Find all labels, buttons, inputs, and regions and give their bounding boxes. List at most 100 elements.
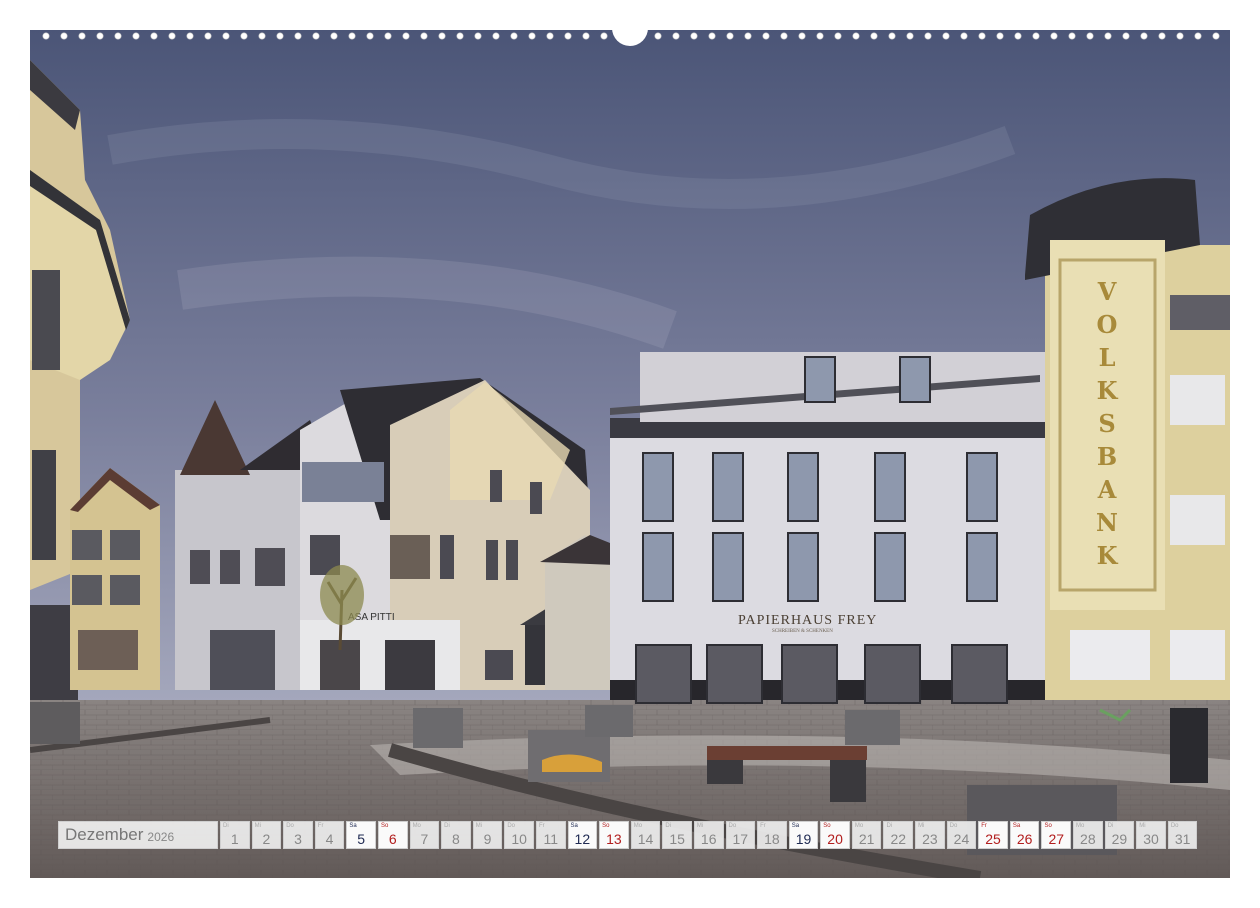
binding-hole [42,32,50,40]
weekday-abbr: Do [1170,823,1179,829]
day-number: 20 [827,831,843,847]
weekday-abbr: Sa [349,823,357,829]
day-number: 21 [858,831,875,847]
binding-hole [1140,32,1148,40]
binding-hole [654,32,662,40]
binding-hole [564,32,572,40]
day-number: 25 [985,831,1001,847]
binding-hole [1068,32,1076,40]
weekday-abbr: Di [1107,823,1114,829]
binding-hole [690,32,698,40]
day-number: 31 [1174,831,1191,847]
weekday-abbr: Sa [570,823,578,829]
day-cell: Do 3 [283,821,313,849]
weekday-abbr: Sa [791,823,800,829]
binding-hole [510,32,518,40]
day-number: 13 [606,831,622,847]
weekday-abbr: So [823,823,831,829]
day-number: 17 [732,831,749,847]
weekday-abbr: So [602,823,610,829]
binding-hole [888,32,896,40]
binding-hole [672,32,680,40]
binding-hole [366,32,374,40]
town-square-photo: ASA PITTI VOLKSBANK PAPIERHAUS FREY SCHR… [30,30,1230,878]
binding-hole [258,32,266,40]
binding-hole [1032,32,1040,40]
binding-hole [708,32,716,40]
binding-hole [852,32,860,40]
binding-hole [96,32,104,40]
day-cell: Fr 25 [978,821,1008,849]
binding-hole [834,32,842,40]
binding-hole [600,32,608,40]
binding-hole [1122,32,1130,40]
day-number: 9 [483,831,492,847]
weekday-abbr: Fr [538,823,545,829]
weekday-abbr: Di [665,823,671,829]
binding-hole [798,32,806,40]
day-cell: Mo 21 [851,821,882,849]
papierhaus-sign: PAPIERHAUS FREY [738,613,878,628]
day-number: 11 [543,831,558,847]
day-cell: Mi 16 [693,821,724,849]
binding-hole [132,32,140,40]
day-number: 4 [325,831,334,847]
volksbank-building [1025,178,1230,720]
day-cell: Do 17 [725,821,756,849]
day-number: 24 [953,831,970,847]
day-cell: Mo 14 [630,821,661,849]
binding-hole [168,32,176,40]
binding-hole [924,32,932,40]
weekday-abbr: Fr [317,823,324,829]
binding-hole [960,32,968,40]
day-cell: Di 29 [1104,821,1135,849]
binding-hole [1050,32,1058,40]
weekday-abbr: Do [949,823,958,829]
day-number: 23 [922,831,938,847]
day-number: 3 [294,831,302,847]
binding-hole [492,32,500,40]
binding-hole [978,32,986,40]
binding-hole [1212,32,1220,40]
binding-hole [1194,32,1202,40]
weekday-abbr: Mi [475,823,483,829]
binding-hole [312,32,320,40]
weekday-abbr: Fr [760,823,766,829]
weekday-abbr: Di [444,823,450,829]
day-cell: Di 22 [883,821,914,849]
weekday-abbr: So [380,823,389,829]
day-number: 12 [574,831,591,847]
binding-hole [1014,32,1022,40]
binding-hole [330,32,338,40]
weekday-abbr: Fr [981,823,987,829]
binding-hole [402,32,410,40]
weekday-abbr: Do [286,823,294,829]
weekday-abbr: Mo [633,823,643,829]
papierhaus-building [610,352,1050,710]
weekday-abbr: Di [223,823,229,829]
day-number: 10 [511,831,527,847]
binding-hole [348,32,356,40]
day-cell: Sa 19 [788,821,819,849]
weekday-abbr: So [1044,823,1052,829]
binding-hole [780,32,788,40]
binding-hole [438,32,446,40]
volksbank-sign: VOLKSBANK [1096,277,1118,570]
binding-hole [1086,32,1094,40]
day-number: 14 [637,831,654,847]
day-number: 15 [669,831,685,847]
binding-hole [474,32,482,40]
day-number: 2 [262,831,271,847]
binding-hole [222,32,230,40]
day-cell: Fr 18 [757,821,787,849]
yellow-houses [70,468,160,690]
day-cell: Fr 11 [535,821,566,849]
binding-hole [1104,32,1112,40]
day-number: 18 [764,831,780,847]
binding-hole [456,32,464,40]
weekday-abbr: Mo [1076,823,1085,829]
binding-hole [762,32,770,40]
weekday-abbr: Sa [1012,823,1021,829]
weekday-abbr: Di [886,823,893,829]
day-number: 29 [1111,831,1128,847]
